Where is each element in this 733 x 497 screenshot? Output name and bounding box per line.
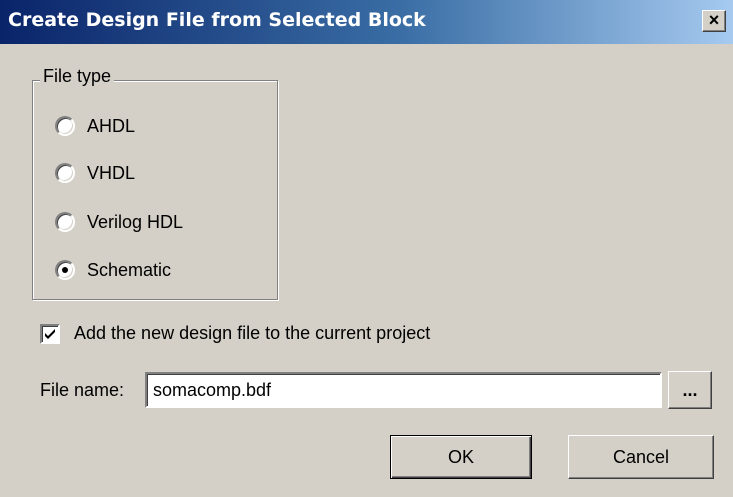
radio-verilog-hdl[interactable]: Verilog HDL xyxy=(55,209,183,235)
browse-button[interactable]: ... xyxy=(668,371,712,409)
create-design-file-dialog: Create Design File from Selected Block ×… xyxy=(0,0,733,497)
checkmark-icon xyxy=(45,328,55,339)
add-to-project-label: Add the new design file to the current p… xyxy=(74,323,431,343)
radio-button[interactable] xyxy=(55,260,75,280)
close-button[interactable]: × xyxy=(702,10,726,32)
file-name-input[interactable] xyxy=(145,372,662,408)
radio-button[interactable] xyxy=(55,163,75,183)
radio-ahdl[interactable]: AHDL xyxy=(55,113,135,139)
radio-label-verilog-hdl: Verilog HDL xyxy=(87,211,184,232)
radio-label-vhdl: VHDL xyxy=(87,162,136,183)
radio-label-schematic: Schematic xyxy=(87,259,172,280)
file-type-legend: File type xyxy=(40,66,115,87)
add-to-project-checkbox[interactable] xyxy=(40,323,60,344)
close-icon: × xyxy=(708,10,720,30)
file-name-label: File name: xyxy=(40,380,125,400)
radio-vhdl[interactable]: VHDL xyxy=(55,160,135,186)
ok-button[interactable]: OK xyxy=(390,435,532,479)
window-title: Create Design File from Selected Block xyxy=(8,9,426,31)
cancel-button[interactable]: Cancel xyxy=(568,435,714,479)
radio-schematic[interactable]: Schematic xyxy=(55,257,171,283)
title-bar[interactable]: Create Design File from Selected Block × xyxy=(0,0,733,44)
add-to-project-option[interactable]: Add the new design file to the current p… xyxy=(40,323,430,344)
radio-label-ahdl: AHDL xyxy=(87,115,136,136)
radio-selected-dot xyxy=(62,267,68,273)
radio-button[interactable] xyxy=(55,212,75,232)
radio-button[interactable] xyxy=(55,116,75,136)
